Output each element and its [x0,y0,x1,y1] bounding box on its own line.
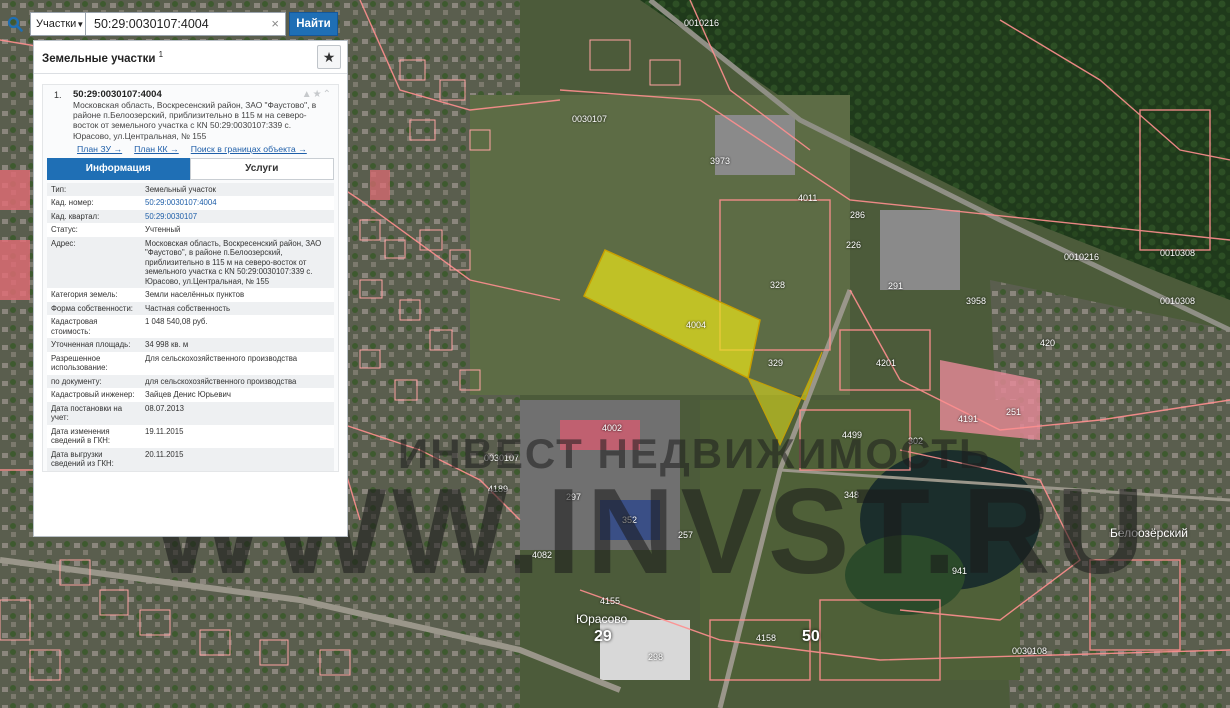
result-item[interactable]: 1. ▲★⌃ 50:29:0030107:4004 Московская обл… [42,84,339,472]
table-row: Кадастровая стоимость: 1 048 540,08 руб. [47,315,334,339]
info-value: 1 048 540,08 руб. [141,315,334,339]
parcel-label: 4011 [798,193,818,203]
search-in-bounds-link[interactable]: Поиск в границах объекта → [191,144,307,154]
district-number-50: 50 [802,628,820,645]
info-key: Дата постановки на учет: [47,401,141,425]
tab-services[interactable]: Услуги [189,157,334,180]
place-label-yurasovo: Юрасово [576,612,628,626]
panel-title-text: Земельные участки [42,52,156,65]
info-table: Тип: Земельный участок Кад. номер: 50:29:0… [47,182,334,471]
info-key: Уточненная площадь: [47,338,141,352]
info-value[interactable]: 50:29:0030107:4004 [141,196,334,210]
search-input-value: 50:29:0030107:4004 [94,17,209,31]
table-row: Кад. номер: 50:29:0030107:4004 [47,196,334,210]
info-value: Зайцев Денис Юрьевич [141,388,334,402]
table-row: Категория земель: Земли населённых пункто… [47,288,334,302]
category-select-value: Участки [36,18,77,30]
find-button[interactable]: Найти [289,12,338,36]
info-key: Дата выгрузки сведений из ГКН: [47,447,141,471]
parcel-label: 226 [846,240,862,250]
table-row: Кад. квартал: 50:29:0030107 [47,209,334,224]
search-icon[interactable] [0,10,30,38]
search-input[interactable]: 50:29:0030107:4004 × [86,12,286,36]
result-cad-number[interactable]: 50:29:0030107:4004 [73,89,338,100]
info-value: 08.07.2013 [141,401,334,425]
table-row: Форма собственности: Частная собственност… [47,301,334,316]
info-value[interactable]: 50:29:0030107 [141,209,334,224]
table-row: Дата выгрузки сведений из ГКН: 20.11.2015 [47,447,334,471]
parcel-label: 328 [770,280,786,290]
info-value: Частная собственность [141,301,334,316]
parcel-label: 3958 [966,296,987,306]
district-number-29: 29 [594,628,612,645]
parcel-label: 329 [768,358,784,368]
results-panel: Земельные участки 1 ★ 1. ▲★⌃ 50:29:00301… [33,40,348,537]
clear-icon[interactable]: × [271,16,279,31]
info-value: Московская область, Воскресенский район,… [141,236,334,289]
parcel-label: 286 [850,210,866,220]
parcel-label: 3973 [710,156,731,166]
info-value: для сельскохозяйственного производства [141,374,334,389]
table-row: Тип: Земельный участок [47,182,334,197]
table-row: по документу: для сельскохозяйственного п… [47,374,334,389]
info-key: Разрешенное использование: [47,351,141,375]
parcel-label: 298 [648,652,664,662]
panel-title: Земельные участки 1 [42,50,163,65]
info-value: Для сельскохозяйственного производства [141,351,334,375]
category-select[interactable]: Участки ▼ [30,12,86,36]
parcel-label: 4191 [958,414,979,424]
info-value: Учтенный [141,223,334,237]
plan-kk-link[interactable]: План КК → [134,144,179,154]
info-value: 34 998 кв. м [141,338,334,352]
info-value: 19.11.2015 [141,424,334,448]
info-value: 20.11.2015 [141,447,334,471]
parcel-label: 291 [888,281,904,291]
info-key: Кад. номер: [47,196,141,210]
results-count: 1 [158,49,164,59]
search-bar: Участки ▼ 50:29:0030107:4004 × Найти [0,10,348,38]
star-rating-icon[interactable]: ▲★⌃ [302,89,332,100]
quarter-label: 0010308 [1160,248,1196,258]
result-address: Московская область, Воскресенский район,… [73,100,317,141]
cad-number-link[interactable]: 50:29:0030107:4004 [145,198,217,207]
parcel-label: 251 [1006,407,1022,417]
info-key: Кадастровая стоимость: [47,315,141,339]
table-row: Адрес: Московская область, Воскресенский … [47,236,334,289]
tab-information[interactable]: Информация [47,157,190,180]
quarter-label: 0030108 [1012,646,1048,656]
parcel-label: 4201 [876,358,897,368]
info-key: Форма собственности: [47,301,141,316]
table-row: Дата изменения сведений в ГКН: 19.11.2015 [47,424,334,448]
parcel-label: 4158 [756,633,777,643]
quarter-label: 0010216 [1064,252,1100,262]
info-key: Статус: [47,223,141,237]
quarter-label: 0010216 [684,18,720,28]
info-key: Адрес: [47,236,141,289]
info-key: Кадастровый инженер: [47,388,141,402]
info-key: Дата изменения сведений в ГКН: [47,424,141,448]
info-key: Тип: [47,182,141,197]
favorites-star-button[interactable]: ★ [317,45,341,69]
table-row: Уточненная площадь: 34 998 кв. м [47,338,334,352]
table-row: Дата постановки на учет: 08.07.2013 [47,401,334,425]
info-tabs: Информация Услуги [47,157,334,180]
info-key: по документу: [47,374,141,389]
panel-header: Земельные участки 1 ★ [34,41,347,74]
quarter-label: 0030107 [572,114,608,124]
table-row: Статус: Учтенный [47,223,334,237]
info-value: Земли населённых пунктов [141,288,334,302]
selected-parcel-label: 4004 [686,320,707,330]
chevron-down-icon: ▼ [76,19,85,29]
table-row: Кадастровый инженер: Зайцев Денис Юрьевич [47,388,334,402]
result-links: План ЗУ → План КК → Поиск в границах объ… [77,144,338,154]
result-index: 1. [54,90,62,100]
table-row: Разрешенное использование: Для сельскохоз… [47,351,334,375]
plan-zu-link[interactable]: План ЗУ → [77,144,122,154]
parcel-label: 420 [1040,338,1056,348]
quarter-label: 0010308 [1160,296,1196,306]
info-value: Земельный участок [141,182,334,197]
info-key: Категория земель: [47,288,141,302]
info-key: Кад. квартал: [47,209,141,224]
cad-quarter-link[interactable]: 50:29:0030107 [145,212,197,221]
